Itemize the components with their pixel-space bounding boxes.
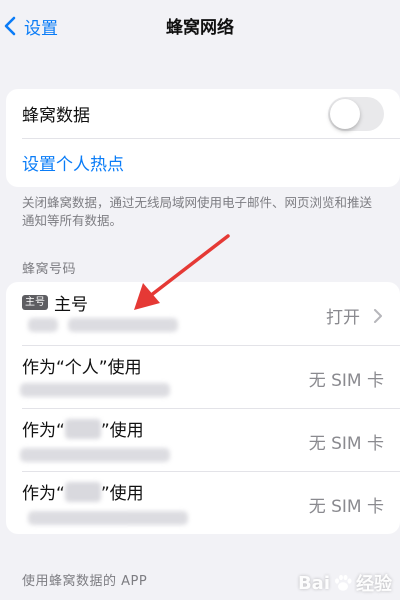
hotspot-row[interactable]: 设置个人热点 <box>6 138 400 187</box>
redacted-label <box>64 481 101 502</box>
number-status: 打开 <box>326 303 384 328</box>
number-title-prefix: 作为“ <box>22 421 65 441</box>
cellular-data-row: 蜂窝数据 <box>6 89 400 138</box>
number-title: 主号 <box>54 295 88 315</box>
number-row-primary[interactable]: 主号 主号 打开 <box>6 282 400 345</box>
number-title-suffix: ”使用 <box>100 484 144 504</box>
watermark-logo: Bai 经验 <box>298 570 392 596</box>
numbers-section-header: 蜂窝号码 <box>22 262 77 277</box>
redacted-number <box>20 448 170 462</box>
status-label: 无 SIM 卡 <box>308 497 384 517</box>
cellular-data-label: 蜂窝数据 <box>22 106 90 126</box>
number-status: 无 SIM 卡 <box>309 492 384 517</box>
number-title-prefix: 作为“ <box>22 484 65 504</box>
number-row-redacted-2[interactable]: 作为“ ”使用 无 SIM 卡 <box>6 471 400 534</box>
toggle-knob <box>330 99 360 129</box>
redacted-number <box>20 383 170 397</box>
page-title: 蜂窝网络 <box>166 18 234 38</box>
watermark-text: Bai <box>297 572 330 594</box>
hotspot-link[interactable]: 设置个人热点 <box>22 150 124 175</box>
number-row-redacted-1[interactable]: 作为“ ”使用 无 SIM 卡 <box>6 408 400 471</box>
cellular-data-card: 蜂窝数据 设置个人热点 <box>6 89 400 187</box>
status-label: 无 SIM 卡 <box>308 371 384 391</box>
number-row-personal[interactable]: 作为“个人”使用 无 SIM 卡 <box>6 345 400 408</box>
status-label: 打开 <box>326 308 360 328</box>
paw-icon <box>335 574 352 591</box>
nav-bar: 设置 蜂窝网络 <box>0 0 400 52</box>
number-title: 作为“个人”使用 <box>22 358 142 378</box>
settings-page: 设置 蜂窝网络 蜂窝数据 设置个人热点 关闭蜂窝数据，通过无线局域网使用电子邮件… <box>0 0 400 600</box>
number-status: 无 SIM 卡 <box>309 429 384 454</box>
redacted-label <box>64 418 101 439</box>
number-status: 无 SIM 卡 <box>309 366 384 391</box>
cellular-numbers-card: 主号 主号 打开 作为“个人”使用 无 SIM 卡 作为“ ”使用 无 SIM … <box>6 282 400 534</box>
redacted-number <box>68 318 178 332</box>
watermark-text: 经验 <box>356 574 392 595</box>
apps-section-header: 使用蜂窝数据的 APP <box>22 574 148 589</box>
primary-badge: 主号 <box>22 295 48 310</box>
cellular-footnote: 关闭蜂窝数据，通过无线局域网使用电子邮件、网页浏览和推送通知等所有数据。 <box>22 195 373 228</box>
cellular-data-toggle[interactable] <box>328 97 384 131</box>
status-label: 无 SIM 卡 <box>308 434 384 454</box>
number-title-suffix: ”使用 <box>100 421 144 441</box>
chevron-right-icon <box>374 308 382 323</box>
redacted-number <box>28 511 188 525</box>
redacted-number <box>28 318 58 332</box>
